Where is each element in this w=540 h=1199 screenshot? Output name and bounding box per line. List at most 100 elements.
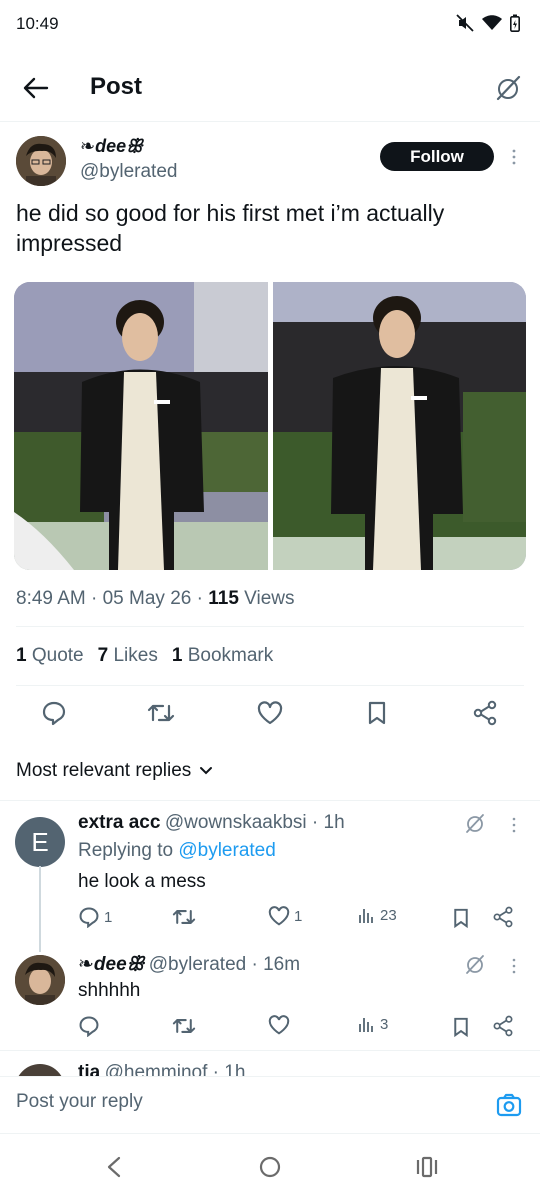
- bookmarks-stat[interactable]: 1 Bookmark: [172, 645, 273, 667]
- post-text: he did so good for his first met i’m act…: [16, 200, 445, 256]
- bookmark-icon: [454, 1017, 468, 1038]
- likes-stat[interactable]: 7 Likes: [98, 645, 158, 667]
- more-icon: [512, 149, 516, 165]
- bookmark-button[interactable]: [362, 698, 392, 728]
- page-title: Post: [90, 73, 143, 100]
- follow-button[interactable]: Follow: [380, 142, 494, 171]
- reply-retweet-button[interactable]: [172, 1015, 196, 1037]
- views-icon: [359, 909, 373, 923]
- camera-icon: [496, 1093, 522, 1117]
- share-button[interactable]: [470, 698, 500, 728]
- author-avatar[interactable]: [16, 136, 66, 186]
- reply-divider: [0, 1050, 540, 1051]
- reply-reply-button[interactable]: 1: [78, 906, 112, 928]
- post-time: 8:49 AM: [16, 588, 86, 609]
- quotes-label: Quote: [31, 645, 84, 666]
- quotes-stat[interactable]: 1 Quote: [16, 645, 84, 667]
- mute-icon: [456, 14, 474, 32]
- status-icons: [456, 14, 520, 32]
- post-media: [14, 282, 526, 570]
- retweet-button[interactable]: [146, 698, 176, 728]
- like-icon: [268, 1015, 290, 1035]
- reply-author-name[interactable]: ❧deeꕥ: [78, 954, 144, 975]
- share-icon: [493, 1015, 513, 1037]
- view-count: 3: [380, 1015, 389, 1033]
- header-divider: [0, 121, 540, 122]
- like-button[interactable]: [255, 698, 285, 728]
- more-options-button[interactable]: [506, 146, 522, 168]
- reply-retweet-button[interactable]: [172, 906, 196, 928]
- views-icon: [359, 1018, 373, 1032]
- back-button[interactable]: [20, 72, 52, 104]
- reply-count: 1: [104, 908, 113, 926]
- reply-author-handle[interactable]: @hemminof: [105, 1062, 208, 1076]
- quotes-count: 1: [16, 645, 27, 666]
- reply-time: 1h: [224, 1062, 246, 1076]
- reply-bookmark-button[interactable]: [452, 1016, 470, 1038]
- reply-time: 16m: [263, 954, 301, 975]
- reply-header: extra acc @wownskaakbsi · 1h: [78, 812, 345, 833]
- view-count: 23: [380, 906, 397, 924]
- replying-to: Replying to @bylerated: [78, 840, 276, 862]
- retweet-icon: [147, 704, 175, 722]
- reply-views[interactable]: 3: [358, 1015, 388, 1033]
- stats-divider-bottom: [16, 685, 524, 686]
- bookmarks-count: 1: [171, 645, 183, 666]
- reply-avatar[interactable]: [15, 955, 65, 1005]
- replying-to-label: Replying to: [78, 840, 174, 861]
- likes-label: Likes: [113, 645, 158, 666]
- reply-avatar[interactable]: E: [15, 817, 65, 867]
- grok-button[interactable]: [492, 72, 524, 104]
- post-date: 05 May 26: [102, 588, 192, 609]
- reply-reply-button[interactable]: [78, 1015, 100, 1037]
- reply-bookmark-button[interactable]: [452, 907, 470, 929]
- post-photo-2[interactable]: [272, 282, 527, 570]
- reply-header: ❧deeꕥ @bylerated · 16m: [78, 954, 301, 975]
- bookmark-icon: [454, 908, 468, 929]
- reply-sort-label: Most relevant replies: [16, 760, 192, 781]
- grok-icon[interactable]: [464, 812, 486, 834]
- battery-icon: [510, 14, 520, 32]
- reply-author-handle[interactable]: @bylerated: [149, 954, 246, 975]
- wifi-icon: [482, 15, 502, 30]
- chevron-down-icon: [200, 767, 213, 775]
- more-icon[interactable]: [508, 956, 520, 976]
- nav-recents-icon[interactable]: [416, 1156, 438, 1178]
- reply-icon: [42, 701, 66, 726]
- bookmark-icon: [368, 701, 386, 725]
- reply-share-button[interactable]: [492, 1015, 514, 1037]
- like-count: 1: [294, 907, 303, 925]
- reply-author-handle[interactable]: @wownskaakbsi: [165, 812, 307, 833]
- thread-line: [39, 866, 41, 952]
- post-photo-1[interactable]: [14, 282, 268, 570]
- reply-author-name[interactable]: extra acc: [78, 812, 160, 833]
- reply-sort-selector[interactable]: Most relevant replies: [16, 760, 213, 782]
- reply-composer: Post your reply: [0, 1076, 540, 1134]
- reply-share-button[interactable]: [492, 906, 514, 928]
- nav-home-icon[interactable]: [259, 1156, 281, 1178]
- reply-icon: [79, 907, 99, 928]
- back-arrow-icon: [23, 77, 49, 99]
- views-label: Views: [244, 588, 295, 609]
- stats-divider-top: [16, 626, 524, 627]
- reply-like-button[interactable]: 1: [268, 906, 302, 926]
- camera-button[interactable]: [496, 1092, 522, 1118]
- reply-like-button[interactable]: [268, 1015, 290, 1035]
- reply-text: he look a mess: [78, 871, 206, 892]
- views-count: 115: [208, 588, 239, 609]
- reply-icon: [79, 1016, 99, 1037]
- reply-button[interactable]: [39, 698, 69, 728]
- nav-back-icon[interactable]: [106, 1156, 122, 1178]
- replying-to-handle[interactable]: @bylerated: [178, 840, 275, 861]
- more-icon[interactable]: [508, 815, 520, 835]
- reply-input[interactable]: Post your reply: [16, 1091, 476, 1119]
- status-time: 10:49: [16, 14, 59, 33]
- reply-views[interactable]: 23: [358, 906, 397, 924]
- post-action-bar: [0, 694, 540, 732]
- reply-author-name[interactable]: tia: [78, 1062, 100, 1076]
- reply-avatar[interactable]: [15, 1064, 65, 1076]
- author-handle[interactable]: @bylerated: [80, 161, 177, 183]
- grok-icon[interactable]: [464, 953, 486, 975]
- author-name[interactable]: ❧deeꕥ: [80, 136, 143, 157]
- grok-icon: [496, 75, 521, 101]
